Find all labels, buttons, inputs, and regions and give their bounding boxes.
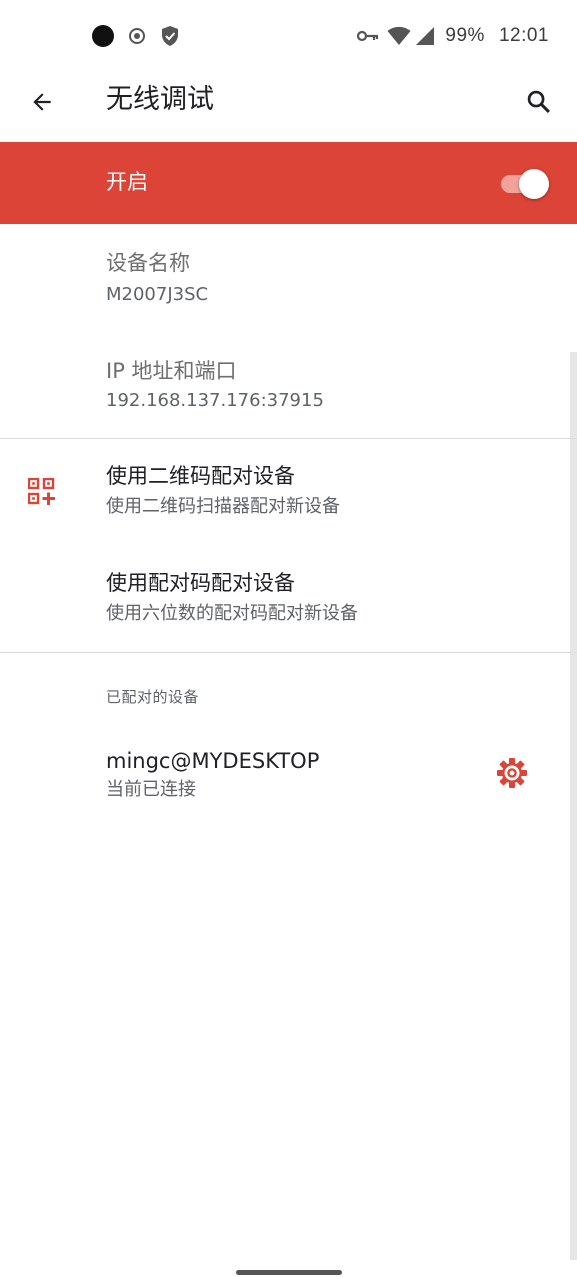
status-bar: 99% 12:01 [0, 0, 577, 70]
cell-signal-icon [415, 26, 435, 46]
pair-with-code-item[interactable]: 使用配对码配对设备 使用六位数的配对码配对新设备 [0, 545, 570, 652]
paired-device-status: 当前已连接 [106, 779, 196, 800]
vpn-key-icon [357, 29, 379, 43]
qr-pair-title: 使用二维码配对设备 [106, 464, 295, 488]
paired-devices-header: 已配对的设备 [106, 688, 200, 706]
gear-icon [497, 758, 527, 788]
paired-device-settings-button[interactable] [493, 754, 531, 792]
battery-percentage: 99% [445, 25, 485, 46]
code-pair-title: 使用配对码配对设备 [106, 571, 295, 595]
toggle-thumb [519, 169, 549, 199]
back-button[interactable] [20, 80, 64, 124]
paired-device-item[interactable]: mingc@MYDESKTOP 当前已连接 [0, 722, 570, 826]
device-name-value: M2007J3SC [106, 284, 209, 305]
record-dot-icon [92, 25, 114, 47]
search-icon [527, 90, 550, 113]
target-circle-icon [128, 27, 146, 45]
toggle-switch[interactable] [499, 169, 549, 199]
pref-device-name: 设备名称 M2007J3SC [0, 224, 570, 330]
scrollbar[interactable] [570, 352, 577, 1260]
arrow-left-icon [33, 93, 51, 111]
paired-device-name: mingc@MYDESKTOP [106, 749, 320, 773]
pref-ip-address: IP 地址和端口 192.168.137.176:37915 [0, 330, 570, 438]
master-switch-label: 开启 [106, 170, 148, 194]
status-bar-left [92, 24, 180, 48]
qr-code-scanner-icon [27, 477, 56, 506]
clock: 12:01 [498, 25, 549, 46]
wireless-debugging-master-switch[interactable]: 开启 [0, 142, 577, 224]
search-button[interactable] [517, 80, 561, 124]
status-bar-right: 99% 12:01 [357, 22, 549, 50]
page-title: 无线调试 [106, 84, 214, 115]
ip-address-title: IP 地址和端口 [106, 359, 237, 383]
gesture-nav-handle[interactable] [236, 1270, 342, 1275]
shield-icon [160, 25, 180, 47]
wifi-icon [387, 26, 411, 46]
divider [0, 652, 577, 653]
code-pair-summary: 使用六位数的配对码配对新设备 [106, 603, 358, 624]
device-name-title: 设备名称 [106, 251, 190, 275]
app-bar: 无线调试 [0, 70, 577, 142]
ip-address-value: 192.168.137.176:37915 [106, 390, 324, 411]
qr-pair-summary: 使用二维码扫描器配对新设备 [106, 496, 340, 517]
pair-with-qr-code-item[interactable]: 使用二维码配对设备 使用二维码扫描器配对新设备 [0, 439, 570, 545]
